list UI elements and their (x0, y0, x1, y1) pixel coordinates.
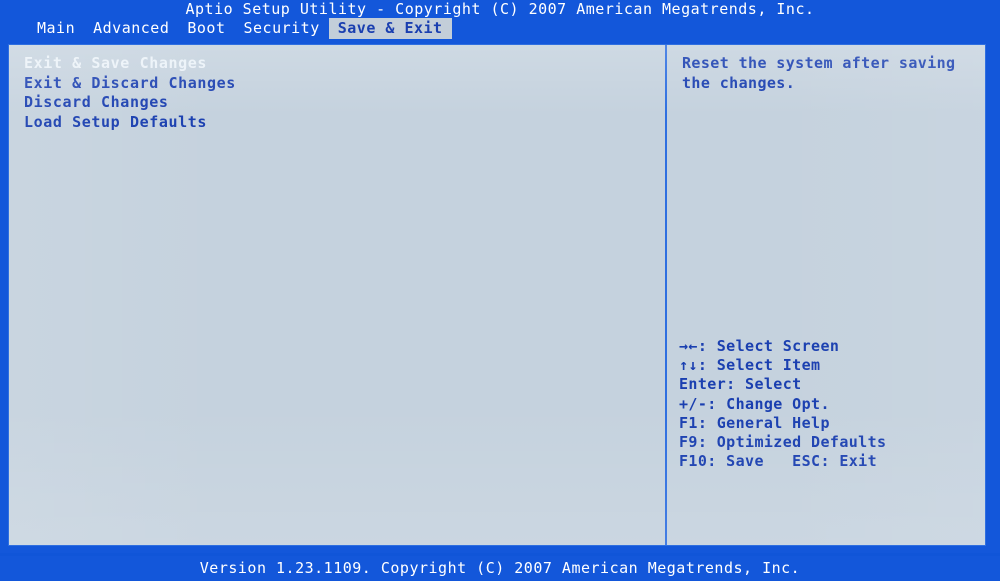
menu-tab-advanced[interactable]: Advanced (84, 18, 178, 39)
help-description-line: the changes. (682, 73, 796, 92)
menu-tab-save-exit[interactable]: Save & Exit (328, 18, 452, 39)
content-panel: Exit & Save Changes Exit & Discard Change… (8, 44, 986, 546)
setting-item-discard-changes[interactable]: Discard Changes (24, 93, 644, 113)
key-legend-line: F1: General Help (679, 413, 830, 432)
setting-item-exit-save-changes[interactable]: Exit & Save Changes (24, 54, 644, 74)
footer-version: Version 1.23.1109. Copyright (C) 2007 Am… (0, 556, 1000, 581)
menu-tab-main[interactable]: Main (28, 18, 84, 39)
key-legend-line: ↑↓: Select Item (679, 356, 821, 375)
menu-tab-security[interactable]: Security (235, 18, 329, 39)
help-description-line: Reset the system after saving (682, 54, 956, 72)
menu-tab-boot[interactable]: Boot (178, 18, 234, 39)
key-legend-line: →←: Select Screen (679, 337, 840, 355)
bios-setup-screen: Aptio Setup Utility - Copyright (C) 2007… (0, 0, 1000, 581)
settings-list: Exit & Save Changes Exit & Discard Change… (24, 54, 644, 132)
setting-item-load-setup-defaults[interactable]: Load Setup Defaults (24, 113, 644, 133)
key-legend-line: +/-: Change Opt. (679, 394, 830, 413)
panel-divider (665, 45, 667, 545)
key-legend-line: F10: Save ESC: Exit (679, 452, 878, 471)
key-legend-line: Enter: Select (679, 375, 802, 394)
key-legend: →←: Select Screen ↑↓: Select Item Enter: S… (679, 337, 979, 471)
setting-item-exit-discard-changes[interactable]: Exit & Discard Changes (24, 74, 644, 94)
page-title: Aptio Setup Utility - Copyright (C) 2007… (0, 0, 1000, 18)
menu-bar: Main Advanced Boot Security Save & Exit (0, 18, 1000, 39)
key-legend-line: F9: Optimized Defaults (679, 433, 887, 452)
help-description: Reset the system after saving the changes… (682, 54, 974, 93)
